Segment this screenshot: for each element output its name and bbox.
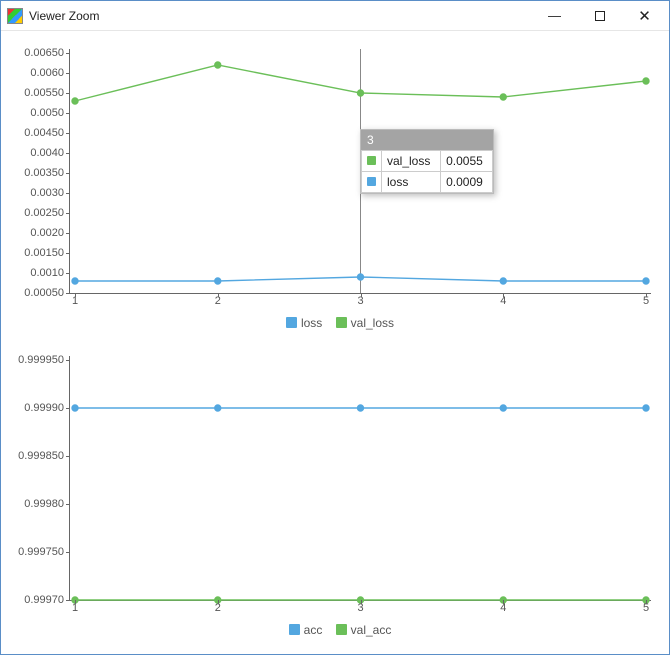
- legend-swatch-icon: [336, 317, 347, 328]
- y-tick-label: 0.00350: [24, 167, 64, 179]
- app-icon: [7, 8, 23, 24]
- tooltip-header: 3: [361, 130, 493, 150]
- hover-tooltip: 3 val_loss 0.0055 loss 0.0009: [360, 129, 494, 194]
- y-tick-label: 0.999950: [18, 354, 64, 366]
- tooltip-table: val_loss 0.0055 loss 0.0009: [361, 150, 493, 193]
- y-tick-label: 0.0040: [30, 147, 64, 159]
- y-axis-labels: 0.000500.00100.001500.00200.002500.00300…: [12, 49, 66, 293]
- legend-label: loss: [301, 316, 322, 330]
- y-tick-label: 0.0010: [30, 267, 64, 279]
- legend-swatch-icon: [286, 317, 297, 328]
- tooltip-series-name: loss: [382, 172, 441, 193]
- y-tick-label: 0.0050: [30, 107, 64, 119]
- tooltip-series-value: 0.0009: [441, 172, 493, 193]
- legend-top: loss val_loss: [11, 316, 659, 330]
- legend-label: val_acc: [351, 623, 392, 637]
- legend-label: acc: [304, 623, 323, 637]
- legend-swatch-icon: [289, 624, 300, 635]
- tooltip-series-name: val_loss: [382, 151, 441, 172]
- app-window: Viewer Zoom — ✕ 0.00050 0.0010 0.00150 0.00…: [0, 0, 670, 655]
- y-tick-label: 0.0060: [30, 67, 64, 79]
- y-tick-label: 0.99980: [24, 498, 64, 510]
- tooltip-series-value: 0.0055: [441, 151, 493, 172]
- y-tick-label: 0.0030: [30, 187, 64, 199]
- titlebar[interactable]: Viewer Zoom — ✕: [1, 1, 669, 31]
- acc-plot-svg: [70, 356, 651, 600]
- window-title: Viewer Zoom: [29, 9, 99, 23]
- y-tick-label: 0.999850: [18, 450, 64, 462]
- y-tick-label: 0.00050: [24, 287, 64, 299]
- loss-chart[interactable]: 0.000500.00100.001500.00200.002500.00300…: [69, 49, 651, 294]
- y-tick-label: 0.00550: [24, 87, 64, 99]
- y-tick-label: 0.00250: [24, 207, 64, 219]
- legend-label: val_loss: [351, 316, 394, 330]
- swatch-blue-icon: [367, 177, 376, 186]
- y-tick-label: 0.00150: [24, 247, 64, 259]
- y-tick-label: 0.99970: [24, 594, 64, 606]
- acc-chart[interactable]: 0.999700.9997500.999800.9998500.999900.9…: [69, 356, 651, 601]
- legend-swatch-icon: [336, 624, 347, 635]
- y-tick-label: 0.999750: [18, 546, 64, 558]
- swatch-green-icon: [367, 156, 376, 165]
- y-tick-label: 0.00650: [24, 47, 64, 59]
- x-axis-labels: 12345: [70, 295, 651, 309]
- close-button[interactable]: ✕: [622, 2, 667, 30]
- x-axis-labels: 12345: [70, 602, 651, 616]
- y-axis-labels: 0.999700.9997500.999800.9998500.999900.9…: [12, 356, 66, 600]
- tooltip-row: loss 0.0009: [362, 172, 493, 193]
- y-tick-label: 0.00450: [24, 127, 64, 139]
- minimize-button[interactable]: —: [532, 2, 577, 30]
- y-tick-label: 0.99990: [24, 402, 64, 414]
- content-area: 0.00050 0.0010 0.00150 0.0020 0.00250 0.0030 0…: [1, 31, 669, 654]
- y-tick-label: 0.0020: [30, 227, 64, 239]
- legend-bottom: acc val_acc: [11, 623, 659, 637]
- tooltip-row: val_loss 0.0055: [362, 151, 493, 172]
- maximize-button[interactable]: [577, 2, 622, 30]
